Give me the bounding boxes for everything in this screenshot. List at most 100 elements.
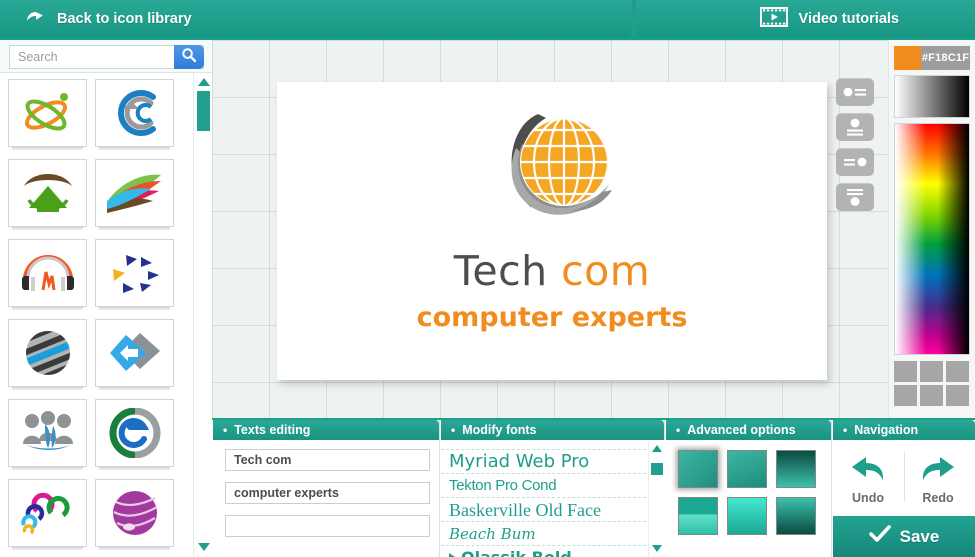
arrow-down-icon[interactable] [198, 543, 210, 551]
color-swatch[interactable] [946, 361, 969, 382]
scrollbar-thumb[interactable] [651, 463, 663, 475]
modify-fonts-panel-header: • Modify fonts [441, 420, 664, 440]
layout-tools [836, 78, 874, 218]
logo-composition: Tech com computer experts [277, 82, 827, 380]
logo-text-input-3[interactable] [225, 515, 430, 537]
font-list-item-4[interactable]: Qlassik Bold [441, 546, 646, 557]
style-swatch-1[interactable] [727, 450, 767, 488]
icon-library-item-7[interactable] [95, 319, 174, 391]
caret-right-icon [449, 553, 455, 557]
icon-grid-scrollbar[interactable] [193, 73, 212, 557]
icon-library-item-4[interactable] [8, 239, 87, 311]
style-swatch-2[interactable] [776, 450, 816, 488]
align-icon-left-button[interactable] [836, 78, 874, 106]
grayscale-ramp[interactable] [894, 75, 970, 118]
bullet-icon: • [223, 423, 228, 437]
save-button[interactable]: Save [833, 516, 975, 557]
style-swatch-3[interactable] [678, 497, 718, 535]
advanced-options-title: Advanced options [687, 423, 796, 437]
logo-text-input-2[interactable] [225, 482, 430, 504]
align-icon-bottom-button[interactable] [836, 183, 874, 211]
check-icon [868, 525, 891, 548]
orange-headphones-waveform-icon [19, 250, 77, 296]
font-list-item-1[interactable]: Tekton Pro Cond [441, 474, 646, 498]
logo-editor-app: Back to icon library Video tutorials Sea… [0, 0, 975, 557]
align-icon-right-button[interactable] [836, 148, 874, 176]
modify-fonts-title: Modify fonts [462, 423, 537, 437]
icon-library-item-2[interactable] [8, 159, 87, 231]
navigation-title: Navigation [854, 423, 919, 437]
navigation-panel: • Navigation Undo Redo Save [833, 420, 975, 557]
redo-label: Redo [922, 490, 954, 505]
video-tutorials-button[interactable]: Video tutorials [759, 6, 899, 32]
color-swatch[interactable] [894, 385, 917, 406]
icon-library-item-10[interactable] [8, 479, 87, 551]
color-swatch[interactable] [920, 385, 943, 406]
advanced-options-panel-header: • Advanced options [666, 420, 831, 440]
canvas-work-area[interactable]: Tech com computer experts [212, 40, 888, 418]
brown-green-arrow-tent-icon [19, 168, 77, 218]
align-icon-top-button[interactable] [836, 113, 874, 141]
font-list[interactable]: Myriad Web Pro Tekton Pro Cond Baskervil… [441, 440, 665, 557]
icon-library-item-11[interactable] [95, 479, 174, 551]
texts-editing-panel-header: • Texts editing [213, 420, 439, 440]
back-arrow-icon [24, 9, 48, 29]
logo-title[interactable]: Tech com [454, 251, 650, 292]
style-swatch-4[interactable] [727, 497, 767, 535]
arrow-down-icon[interactable] [652, 545, 662, 552]
icon-library-item-8[interactable] [8, 399, 87, 471]
icon-library-item-3[interactable] [95, 159, 174, 231]
multicolor-swirl-cloud-icon [19, 489, 77, 537]
back-to-icon-library-label: Back to icon library [57, 11, 192, 27]
search-input[interactable] [10, 45, 180, 69]
logo-title-part-1: Tech [453, 247, 562, 295]
font-list-item-3[interactable]: Beach Bum [441, 522, 646, 546]
redo-button[interactable]: Redo [903, 440, 973, 516]
icon-library-item-5[interactable] [95, 239, 174, 311]
font-list-item-2[interactable]: Baskerville Old Face [441, 498, 646, 522]
top-bar-left-section: Back to icon library [0, 0, 632, 38]
icon-library-item-6[interactable] [8, 319, 87, 391]
text-fields [213, 440, 439, 537]
color-swatch[interactable] [946, 385, 969, 406]
color-swatch[interactable] [920, 361, 943, 382]
icon-library-item-0[interactable] [8, 79, 87, 151]
save-label: Save [899, 526, 940, 546]
style-swatch-0[interactable] [678, 450, 718, 488]
texts-editing-panel: • Texts editing [213, 420, 440, 557]
undo-button[interactable]: Undo [833, 440, 903, 516]
logo-title-part-2: com [561, 247, 651, 295]
style-swatch-grid [666, 440, 838, 535]
search-button[interactable] [174, 45, 204, 69]
video-tutorials-label: Video tutorials [798, 11, 899, 27]
color-hex-value[interactable]: #F18C1F [921, 52, 970, 64]
green-gray-letter-e-ring-icon [108, 408, 162, 458]
current-color-swatch[interactable] [894, 46, 921, 70]
orange-gray-globe-swoosh-icon[interactable] [476, 100, 628, 247]
style-swatch-5[interactable] [776, 497, 816, 535]
font-list-item-0[interactable]: Myriad Web Pro [441, 450, 646, 474]
logo-text-input-1[interactable] [225, 449, 430, 471]
blue-circular-arrow-c-icon [107, 87, 163, 139]
scrollbar-thumb[interactable] [197, 91, 210, 131]
navigation-panel-header: • Navigation [833, 420, 975, 440]
font-list-item-partial[interactable] [441, 440, 646, 450]
multicolor-wave-ribbon-icon [105, 171, 165, 215]
color-spectrum[interactable] [894, 123, 970, 355]
back-to-icon-library-button[interactable]: Back to icon library [24, 9, 192, 29]
arrow-up-icon[interactable] [198, 78, 210, 86]
undo-redo-row: Undo Redo [833, 440, 975, 516]
blue-yellow-triangle-burst-icon [107, 249, 163, 297]
logo-canvas[interactable]: Tech com computer experts [277, 82, 827, 380]
logo-subtitle[interactable]: computer experts [417, 304, 688, 331]
arrow-up-icon[interactable] [652, 445, 662, 452]
color-hex-row: #F18C1F [894, 46, 970, 70]
font-list-scrollbar[interactable] [648, 440, 665, 557]
color-swatch[interactable] [894, 361, 917, 382]
icon-library-item-9[interactable] [95, 399, 174, 471]
icon-grid[interactable] [0, 73, 193, 557]
gray-blue-people-group-icon [19, 410, 77, 456]
color-picker-panel: #F18C1F [888, 40, 975, 418]
advanced-options-panel: • Advanced options [666, 420, 832, 557]
icon-library-item-1[interactable] [95, 79, 174, 151]
